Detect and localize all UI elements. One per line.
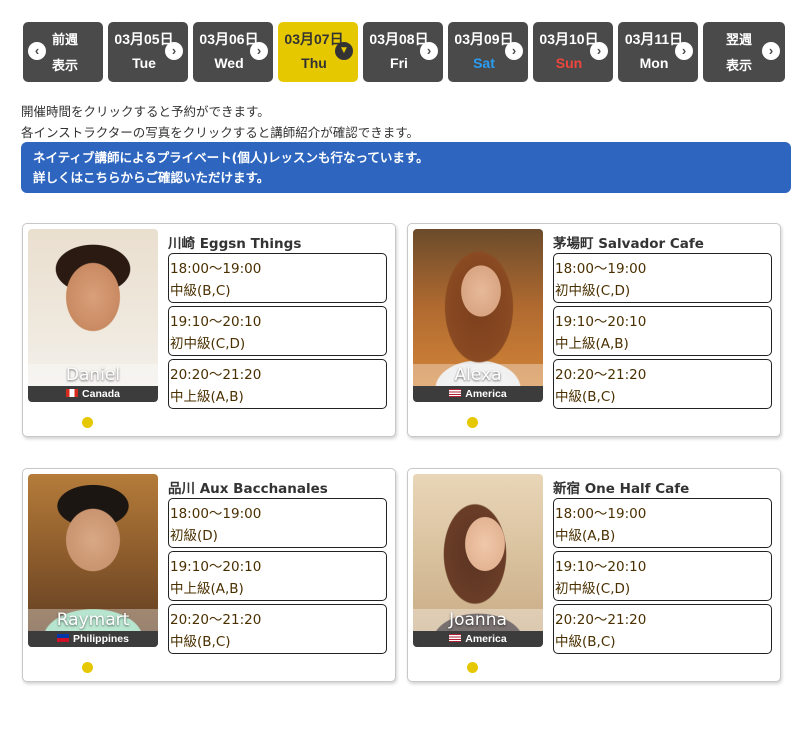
slot-level: 中級(B,C) bbox=[170, 283, 231, 299]
time-slot-button[interactable]: 20:20〜21:20 中上級(A,B) bbox=[168, 359, 387, 409]
instructor-country: America bbox=[413, 631, 543, 647]
instructor-name: Alexa bbox=[413, 364, 543, 386]
slot-time: 18:00〜19:00 bbox=[170, 506, 262, 522]
slot-time: 19:10〜20:10 bbox=[555, 559, 647, 575]
info-text-booking: 開催時間をクリックすると予約ができます。 bbox=[21, 104, 270, 119]
instructor-name: Joanna bbox=[413, 609, 543, 631]
slot-time: 18:00〜19:00 bbox=[555, 506, 647, 522]
chevron-right-icon: › bbox=[250, 42, 268, 60]
instructor-name: Daniel bbox=[28, 364, 158, 386]
venue-label: 茅場町 Salvador Cafe bbox=[553, 236, 704, 252]
canada-flag-icon bbox=[66, 389, 79, 397]
time-slot-button[interactable]: 18:00〜19:00 初級(D) bbox=[168, 498, 387, 548]
slot-time: 20:20〜21:20 bbox=[555, 367, 647, 383]
slot-time: 19:10〜20:10 bbox=[170, 314, 262, 330]
usa-flag-icon bbox=[449, 634, 462, 642]
status-dot bbox=[82, 662, 93, 673]
instructor-country: America bbox=[413, 386, 543, 402]
chevron-right-icon: › bbox=[505, 42, 523, 60]
slot-time: 19:10〜20:10 bbox=[555, 314, 647, 330]
philippines-flag-icon bbox=[56, 634, 69, 642]
slot-time: 18:00〜19:00 bbox=[555, 261, 647, 277]
chevron-right-icon: › bbox=[165, 42, 183, 60]
time-slot-button[interactable]: 18:00〜19:00 初中級(C,D) bbox=[553, 253, 772, 303]
instructor-card-daniel: Daniel Canada 川崎 Eggsn Things 18:00〜19:0… bbox=[22, 223, 396, 437]
slot-level: 中級(B,C) bbox=[555, 389, 616, 405]
slot-level: 中上級(A,B) bbox=[170, 581, 244, 597]
status-dot bbox=[82, 417, 93, 428]
instructor-card-raymart: Raymart Philippines 品川 Aux Bacchanales 1… bbox=[22, 468, 396, 682]
time-slot-button[interactable]: 19:10〜20:10 初中級(C,D) bbox=[168, 306, 387, 356]
day-navigation: ‹ 前週 表示 03月05日 Tue › 03月06日 Wed › 03月07日… bbox=[23, 22, 788, 82]
day-tab-0305[interactable]: 03月05日 Tue › bbox=[108, 22, 188, 82]
slot-level: 中上級(A,B) bbox=[170, 389, 244, 405]
slot-time: 20:20〜21:20 bbox=[170, 612, 262, 628]
time-slot-button[interactable]: 20:20〜21:20 中級(B,C) bbox=[168, 604, 387, 654]
slot-level: 中級(A,B) bbox=[555, 528, 616, 544]
instructor-country: Philippines bbox=[28, 631, 158, 647]
slot-level: 初中級(C,D) bbox=[555, 283, 631, 299]
usa-flag-icon bbox=[449, 389, 462, 397]
banner-line1: ネイティブ講師によるプライベート(個人)レッスンも行なっています。 bbox=[33, 150, 429, 165]
prev-week-line1: 前週 bbox=[51, 33, 78, 48]
venue-label: 品川 Aux Bacchanales bbox=[168, 481, 328, 497]
instructor-photo[interactable]: Alexa America bbox=[413, 229, 543, 402]
instructor-photo[interactable]: Joanna America bbox=[413, 474, 543, 647]
status-dot bbox=[467, 662, 478, 673]
venue-label: 川崎 Eggsn Things bbox=[168, 236, 302, 252]
chevron-down-icon: ▼ bbox=[335, 42, 353, 60]
time-slot-button[interactable]: 20:20〜21:20 中級(B,C) bbox=[553, 604, 772, 654]
slot-level: 中上級(A,B) bbox=[555, 336, 629, 352]
instructor-card-alexa: Alexa America 茅場町 Salvador Cafe 18:00〜19… bbox=[407, 223, 781, 437]
time-slot-button[interactable]: 18:00〜19:00 中級(B,C) bbox=[168, 253, 387, 303]
time-slot-button[interactable]: 20:20〜21:20 中級(B,C) bbox=[553, 359, 772, 409]
slot-time: 20:20〜21:20 bbox=[170, 367, 262, 383]
chevron-right-icon: › bbox=[590, 42, 608, 60]
slot-time: 18:00〜19:00 bbox=[170, 261, 262, 277]
time-slot-button[interactable]: 19:10〜20:10 初中級(C,D) bbox=[553, 551, 772, 601]
instructor-card-joanna: Joanna America 新宿 One Half Cafe 18:00〜19… bbox=[407, 468, 781, 682]
day-tab-0307-active[interactable]: 03月07日 Thu ▼ bbox=[278, 22, 358, 82]
day-tab-0311[interactable]: 03月11日 Mon › bbox=[618, 22, 698, 82]
chevron-right-icon: › bbox=[762, 42, 780, 60]
day-tab-0309[interactable]: 03月09日 Sat › bbox=[448, 22, 528, 82]
slot-time: 19:10〜20:10 bbox=[170, 559, 262, 575]
status-dot bbox=[467, 417, 478, 428]
instructor-photo[interactable]: Raymart Philippines bbox=[28, 474, 158, 647]
slot-level: 初中級(C,D) bbox=[555, 581, 631, 597]
day-tab-0308[interactable]: 03月08日 Fri › bbox=[363, 22, 443, 82]
chevron-right-icon: › bbox=[675, 42, 693, 60]
chevron-right-icon: › bbox=[420, 42, 438, 60]
prev-week-line2: 表示 bbox=[51, 59, 78, 74]
banner-line2: 詳しくはこちらからご確認いただけます。 bbox=[33, 170, 270, 185]
slot-level: 初中級(C,D) bbox=[170, 336, 246, 352]
next-week-button[interactable]: 翌週 表示 › bbox=[703, 22, 785, 82]
slot-level: 初級(D) bbox=[170, 528, 218, 544]
country-label: America bbox=[465, 633, 507, 645]
instructor-country: Canada bbox=[28, 386, 158, 402]
slot-time: 20:20〜21:20 bbox=[555, 612, 647, 628]
private-lesson-banner[interactable]: ネイティブ講師によるプライベート(個人)レッスンも行なっています。 詳しくはこち… bbox=[21, 142, 791, 193]
time-slot-button[interactable]: 19:10〜20:10 中上級(A,B) bbox=[168, 551, 387, 601]
slot-level: 中級(B,C) bbox=[555, 634, 616, 650]
info-text-profile: 各インストラクターの写真をクリックすると講師紹介が確認できます。 bbox=[21, 125, 420, 140]
day-tab-0310[interactable]: 03月10日 Sun › bbox=[533, 22, 613, 82]
country-label: Canada bbox=[82, 388, 120, 400]
instructor-photo[interactable]: Daniel Canada bbox=[28, 229, 158, 402]
country-label: Philippines bbox=[72, 633, 129, 645]
instructor-name: Raymart bbox=[28, 609, 158, 631]
slot-level: 中級(B,C) bbox=[170, 634, 231, 650]
prev-week-button[interactable]: ‹ 前週 表示 bbox=[23, 22, 103, 82]
venue-label: 新宿 One Half Cafe bbox=[553, 481, 690, 497]
time-slot-button[interactable]: 18:00〜19:00 中級(A,B) bbox=[553, 498, 772, 548]
time-slot-button[interactable]: 19:10〜20:10 中上級(A,B) bbox=[553, 306, 772, 356]
country-label: America bbox=[465, 388, 507, 400]
day-tab-0306[interactable]: 03月06日 Wed › bbox=[193, 22, 273, 82]
